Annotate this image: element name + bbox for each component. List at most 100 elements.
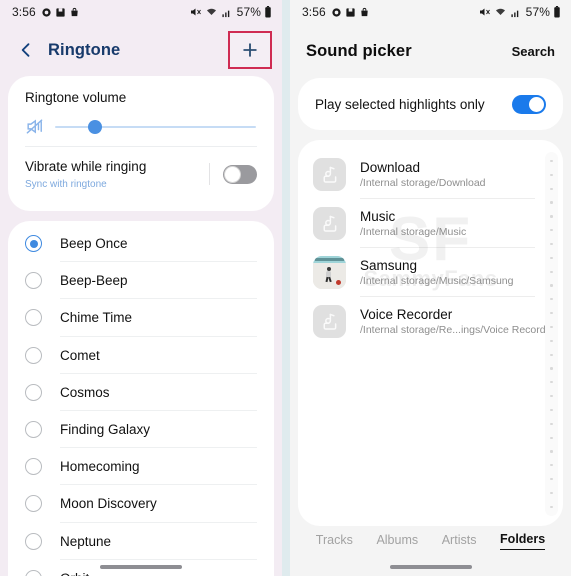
index-scrollbar-dot[interactable] [550, 491, 553, 495]
folder-name: Samsung [360, 258, 418, 273]
sound-picker-header: Sound picker Search [290, 24, 571, 78]
volume-mute-icon[interactable] [25, 117, 44, 136]
mute-icon [478, 6, 491, 18]
index-scrollbar-dot[interactable] [550, 173, 553, 177]
index-scrollbar-dot[interactable] [550, 201, 553, 204]
index-scrollbar-dot[interactable] [550, 464, 553, 467]
index-scrollbar[interactable] [545, 152, 558, 516]
play-highlights-toggle[interactable] [512, 94, 546, 114]
vibrate-toggle[interactable] [223, 164, 257, 184]
index-scrollbar-dot[interactable] [550, 505, 553, 508]
folder-list-item[interactable]: Music/Internal storage/Music [298, 199, 563, 248]
add-ringtone-button[interactable] [228, 31, 272, 69]
ringtone-option-row[interactable]: Cosmos [8, 374, 274, 411]
status-time: 3:56 [12, 5, 36, 19]
volume-card: Ringtone volume Vibrate while ringing Sy… [8, 76, 274, 211]
index-scrollbar-dot[interactable] [550, 478, 553, 481]
toggle-knob [224, 165, 241, 183]
ringtone-label: Comet [60, 347, 100, 363]
battery-icon [553, 6, 561, 18]
ringtone-option-row[interactable]: Homecoming [8, 448, 274, 486]
wifi-icon [205, 6, 218, 18]
ringtone-radio[interactable] [25, 569, 42, 576]
play-highlights-row[interactable]: Play selected highlights only [298, 78, 563, 130]
ringtone-option-row[interactable]: Finding Galaxy [8, 411, 274, 449]
index-scrollbar-dot[interactable] [550, 408, 553, 412]
ringtone-radio[interactable] [25, 532, 42, 550]
bag-icon [69, 7, 80, 18]
search-button[interactable]: Search [512, 44, 555, 59]
index-scrollbar-dot[interactable] [550, 353, 553, 356]
tab-artists[interactable]: Artists [442, 533, 477, 550]
ringtone-radio[interactable] [25, 421, 42, 439]
ringtone-radio[interactable] [25, 383, 42, 401]
index-scrollbar-dot[interactable] [550, 450, 553, 453]
album-art-thumbnail [313, 256, 346, 289]
ringtone-radio[interactable] [25, 346, 42, 364]
vibrate-while-ringing-row[interactable]: Vibrate while ringing Sync with ringtone [8, 147, 274, 203]
plus-icon [240, 40, 260, 60]
index-scrollbar-dot[interactable] [550, 215, 553, 218]
index-scrollbar-dot[interactable] [550, 270, 553, 273]
status-time: 3:56 [302, 5, 326, 19]
index-scrollbar-dot[interactable] [550, 256, 553, 259]
ringtone-option-row[interactable]: Chime Time [8, 299, 274, 337]
image-save-icon [345, 7, 356, 18]
back-arrow-icon[interactable] [16, 40, 36, 60]
ringtone-label: Beep Once [60, 236, 128, 252]
tab-folders[interactable]: Folders [500, 532, 546, 550]
status-left-icons [41, 7, 80, 18]
index-scrollbar-dot[interactable] [550, 312, 553, 315]
folder-list-item[interactable]: Samsung/Internal storage/Music/Samsung [298, 248, 563, 297]
ringtone-option-row[interactable]: Neptune [8, 523, 274, 560]
tab-albums[interactable]: Albums [376, 533, 418, 550]
folders-list: Download/Internal storage/Download Music /… [298, 150, 563, 346]
index-scrollbar-dot[interactable] [550, 160, 553, 163]
index-scrollbar-dot[interactable] [550, 187, 553, 190]
ringtone-radio[interactable] [25, 495, 42, 513]
folder-name: Download [360, 160, 421, 175]
index-scrollbar-dot[interactable] [550, 422, 553, 425]
index-scrollbar-dot[interactable] [550, 284, 553, 287]
clock-alarm-icon [331, 7, 342, 18]
folder-path: /Internal storage/Music [360, 226, 467, 238]
folder-list-item[interactable]: Voice Recorder/Internal storage/Re...ing… [298, 297, 563, 346]
slider-thumb[interactable] [88, 119, 103, 134]
index-scrollbar-dot[interactable] [550, 436, 553, 439]
ringtone-label: Moon Discovery [60, 496, 157, 512]
ringtone-option-row[interactable]: Comet [8, 337, 274, 374]
ringtone-settings-screen: 3:56 57% Ringtone Ringtone volume Vibrat… [0, 0, 282, 576]
tab-tracks[interactable]: Tracks [316, 533, 353, 550]
ringtone-radio[interactable] [25, 458, 42, 476]
ringtone-radio[interactable] [25, 272, 42, 290]
signal-bars-icon [221, 7, 233, 18]
dual-screenshot-root: 3:56 57% Ringtone Ringtone volume Vibrat… [0, 0, 571, 576]
folder-name: Voice Recorder [360, 307, 453, 322]
index-scrollbar-dot[interactable] [550, 242, 553, 246]
home-indicator-right [389, 565, 472, 569]
bottom-tabs: Tracks Albums Artists Folders [290, 532, 571, 550]
ringtone-radio[interactable] [25, 235, 42, 253]
ringtone-option-row[interactable]: Beep-Beep [8, 262, 274, 300]
vibrate-subtitle: Sync with ringtone [25, 179, 107, 190]
ringtone-option-row[interactable]: Beep Once [8, 225, 274, 263]
index-scrollbar-dot[interactable] [550, 367, 553, 370]
index-scrollbar-dot[interactable] [550, 325, 553, 329]
index-scrollbar-dot[interactable] [550, 395, 553, 398]
volume-slider-row[interactable] [8, 105, 274, 146]
index-scrollbar-dot[interactable] [550, 229, 553, 232]
folder-list-item[interactable]: Download/Internal storage/Download [298, 150, 563, 199]
ringtone-option-row[interactable]: Moon Discovery [8, 485, 274, 523]
image-save-icon [55, 7, 66, 18]
ringtone-radio[interactable] [25, 309, 42, 327]
ringtone-label: Orbit [60, 571, 89, 576]
volume-slider[interactable] [55, 119, 256, 134]
folder-text-group: Download/Internal storage/Download [360, 160, 486, 189]
music-folder-icon [313, 158, 346, 191]
index-scrollbar-dot[interactable] [550, 339, 553, 342]
sound-picker-screen: 3:56 57% Sound picker Search Play select… [290, 0, 571, 576]
status-left-icons [331, 7, 370, 18]
index-scrollbar-dot[interactable] [550, 298, 553, 301]
index-scrollbar-dot[interactable] [550, 381, 553, 384]
ringtone-list-card: Beep Once Beep-Beep Chime Time Comet Cosmos F… [8, 221, 274, 576]
